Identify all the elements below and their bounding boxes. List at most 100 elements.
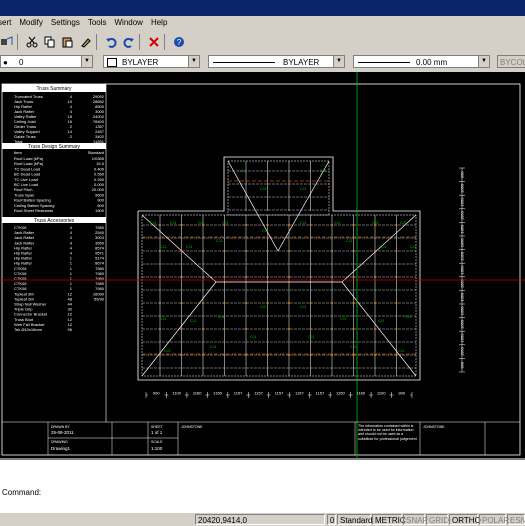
truss-label: CJ1 [320,169,326,173]
connector-marker [309,354,312,356]
color-value: BYLAYER [122,58,159,67]
dimension-text: 1160 [357,391,366,396]
dimension-text: 1050 [460,333,465,343]
lineweight-combo[interactable]: 0.00 mm ▼ [353,55,490,68]
dimension-text: 1100 [172,391,181,396]
snap-toggle[interactable]: SNAP [403,514,428,525]
match-properties-icon[interactable] [79,35,93,49]
dimension-text: 1050 [460,265,465,275]
dimension-text: 1050 [460,197,465,207]
menu-insert[interactable]: sert [0,18,11,27]
connector-marker [180,276,183,278]
connector-marker [309,302,312,304]
chevron-down-icon[interactable]: ▼ [81,56,92,67]
title-bar [0,0,525,16]
color-combo[interactable]: BYLAYER ▼ [103,55,200,68]
hip-line [277,160,330,252]
status-metric[interactable]: METRIC [372,514,406,525]
status-standard[interactable]: Standard [337,514,372,525]
table-row-qty: 96 [68,327,73,332]
connector-marker [395,354,398,356]
menu-window[interactable]: Window [115,18,143,27]
plotstyle-value: BYCOLOR [500,58,525,67]
coordinate-readout[interactable]: 20420,9414,0 [195,514,325,525]
undo-icon[interactable] [104,35,118,49]
connector-marker [374,354,376,356]
esnap-toggle[interactable]: ESNA [507,514,525,525]
connector-marker [288,224,290,226]
sheet-label: SHEET [151,425,164,429]
truss-accessories-table: Truss Accessories CTK08 4 7980Jack Rafter 4… [2,217,106,332]
design-title: Truss Design Summary [28,144,81,150]
connector-marker [309,276,312,278]
connector-marker [288,302,290,304]
menu-modify[interactable]: Modify [19,18,43,27]
connector-marker [202,276,204,278]
truss-label: CJ1 [218,315,224,319]
connector-marker [331,354,333,356]
dimension-text: 1050 [460,238,465,248]
menu-tools[interactable]: Tools [88,18,107,27]
layer-combo[interactable]: ● 0 ▼ [0,55,93,68]
dimension-text: 900 [398,391,405,396]
command-prompt[interactable]: Command: [2,488,41,497]
connector-marker [159,354,161,356]
linetype-combo[interactable]: BYLAYER ▼ [208,55,345,68]
connector-marker [245,328,247,330]
connector-marker [245,276,247,278]
table-row-value: 1800 [95,208,105,213]
title-block: DRAWN BY 25-08-2011 DRAWING Drawing1 SHE… [2,421,520,455]
chevron-down-icon[interactable]: ▼ [478,56,489,67]
table-row-label: Tek Ø10x16mm [14,327,43,332]
connector-marker [159,250,161,252]
drawing-canvas[interactable]: Truss Summary Truncated Truss 4 29092 Jack … [0,72,525,458]
menu-settings[interactable]: Settings [51,18,80,27]
connector-marker [223,328,226,330]
truss-label: CJ1 [400,221,406,225]
truss-label: CJ1 [262,229,268,233]
connector-marker [245,302,247,304]
dimension-text: 1050 [460,306,465,316]
help-icon[interactable]: ? [172,35,186,49]
redo-icon[interactable] [122,35,136,49]
connector-marker [395,250,398,252]
connector-marker [288,328,290,330]
truss-label: CJ1 [260,305,266,309]
dimension-text: 1150 [213,391,222,396]
connector-marker [223,302,226,304]
connector-marker [374,328,376,330]
truss-label: CJ1 [346,239,352,243]
print-preview-icon[interactable] [0,35,14,49]
dimension-text: 1050 [460,183,465,193]
connector-marker [395,328,398,330]
truss-design-table: Truss Design Summary Item Standard Roof … [2,143,106,213]
color-swatch-icon [107,58,117,67]
paste-icon[interactable] [61,35,75,49]
connector-marker [395,224,398,226]
chevron-down-icon[interactable]: ▼ [333,56,344,67]
connector-marker [266,328,269,330]
truss-label: CJ1 [190,319,196,323]
command-window[interactable]: Command: [0,458,525,512]
toolbar-separator [164,34,165,50]
menu-help[interactable]: Help [151,18,167,27]
connector-marker [331,276,333,278]
connector-marker [266,354,269,356]
truss-label: CJ1 [170,221,176,225]
connector-marker [352,224,355,226]
cut-icon[interactable] [25,35,39,49]
ortho-toggle[interactable]: ORTHO [449,514,481,525]
connector-marker [180,354,183,356]
truss-label: CJ1 [160,317,166,321]
sheet-value: 1 of 1 [151,430,163,435]
chevron-down-icon[interactable]: ▼ [188,56,199,67]
menu-bar: sert Modify Settings Tools Window Help [0,16,525,29]
grid-toggle[interactable]: GRID [426,514,449,525]
connector-marker [288,276,290,278]
linetype-preview [213,62,275,63]
polar-toggle[interactable]: POLAR [479,514,509,525]
copy-icon[interactable] [43,35,57,49]
cad-drawing[interactable]: Truss Summary Truncated Truss 4 29092Jack … [0,72,525,458]
connector-marker [180,250,183,252]
close-icon[interactable] [147,35,161,49]
